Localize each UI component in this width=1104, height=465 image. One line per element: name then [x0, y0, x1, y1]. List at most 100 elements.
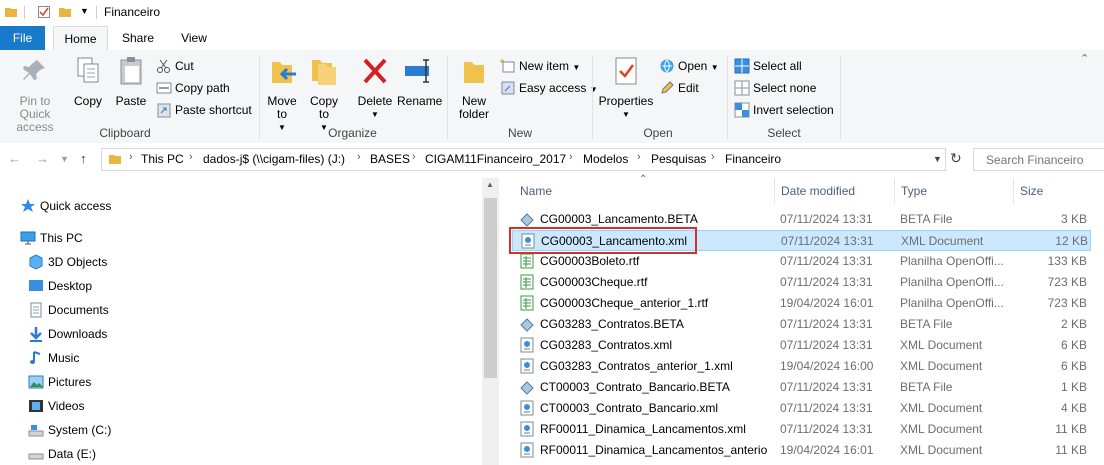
breadcrumb-pesquisas[interactable]: Pesquisas — [651, 152, 706, 166]
xml-file-icon — [520, 358, 534, 374]
file-date: 19/04/2024 16:00 — [780, 359, 874, 373]
file-name: CG03283_Contratos.xml — [540, 338, 673, 352]
scissors-icon — [156, 58, 172, 74]
column-header-name[interactable]: Name — [520, 184, 552, 198]
back-arrow-icon[interactable]: ← — [8, 151, 21, 166]
tab-file[interactable]: File — [0, 26, 45, 50]
pictures-icon — [28, 375, 44, 389]
beta-file-icon — [520, 213, 534, 227]
delete-button[interactable]: Delete ▼ — [356, 54, 394, 121]
nav-item-data-e[interactable]: Data (E:) — [28, 443, 96, 465]
file-row[interactable]: CT00003_Contrato_Bancario.BETA 07/11/2024… — [512, 377, 1091, 398]
nav-item-downloads[interactable]: Downloads — [28, 323, 107, 345]
paste-shortcut-button[interactable]: Paste shortcut — [156, 100, 252, 120]
xml-file-icon — [520, 400, 534, 416]
navigation-scrollbar[interactable]: ▲ — [482, 178, 499, 465]
nav-item-system-c[interactable]: System (C:) — [28, 419, 111, 441]
edit-pencil-icon — [659, 80, 675, 96]
file-row[interactable]: CG00003Boleto.rtf 07/11/2024 13:31 Planilh… — [512, 251, 1091, 272]
group-label-open: Open — [643, 126, 673, 140]
file-date: 07/11/2024 13:31 — [780, 212, 873, 226]
file-size: 1 KB — [1060, 380, 1087, 394]
file-row[interactable]: RF00011_Dinamica_Lancamentos_anterio... 1… — [512, 440, 1091, 461]
breadcrumb-separator-icon: › — [569, 151, 573, 163]
column-header-date[interactable]: Date modified — [781, 184, 855, 198]
breadcrumb-modelos[interactable]: Modelos — [583, 152, 628, 166]
spreadsheet-file-icon — [520, 274, 534, 290]
file-row[interactable]: RF00011_Dinamica_Lancamentos.xml 07/11/20… — [512, 419, 1091, 440]
easy-access-button[interactable]: Easy access ▼ — [500, 78, 598, 98]
search-input[interactable] — [984, 152, 1103, 168]
nav-item-desktop[interactable]: Desktop — [28, 275, 92, 297]
recent-locations-chevron-icon[interactable]: ▼ — [60, 154, 69, 164]
file-list: ⌃ Name Date modified Type Size CG00003_L… — [499, 174, 1104, 465]
rename-button[interactable]: Rename — [397, 54, 442, 108]
move-to-button[interactable]: Move to ▼ — [264, 54, 300, 134]
file-row[interactable]: CG03283_Contratos_anterior_1.xml 19/04/20… — [512, 356, 1091, 377]
copy-button[interactable]: Copy — [70, 54, 106, 108]
breadcrumb-bases[interactable]: BASES — [370, 152, 410, 166]
refresh-icon[interactable]: ↻ — [950, 150, 962, 167]
tab-share[interactable]: Share — [113, 26, 163, 50]
delete-x-icon — [363, 58, 387, 84]
nav-quick-access[interactable]: Quick access — [20, 195, 111, 217]
column-header-type[interactable]: Type — [901, 184, 927, 198]
cut-button[interactable]: Cut — [156, 56, 194, 76]
document-icon — [30, 302, 42, 318]
up-arrow-icon[interactable]: ↑ — [80, 151, 87, 166]
breadcrumb-drive[interactable]: dados-j$ (\\cigam-files) (J:) — [203, 152, 345, 166]
new-item-button[interactable]: New item ▼ — [500, 56, 580, 76]
breadcrumb-this-pc[interactable]: This PC — [141, 152, 184, 166]
chevron-down-icon: ▼ — [572, 63, 581, 72]
file-row[interactable]: CG03283_Contratos.xml 07/11/2024 13:31 XML… — [512, 335, 1091, 356]
select-none-button[interactable]: Select none — [734, 78, 816, 98]
edit-button[interactable]: Edit — [659, 78, 699, 98]
forward-arrow-icon[interactable]: → — [36, 151, 49, 166]
nav-item-music[interactable]: Music — [28, 347, 79, 369]
address-bar[interactable]: › This PC › dados-j$ (\\cigam-files) (J:… — [101, 148, 946, 171]
paste-button[interactable]: Paste — [112, 54, 150, 108]
tab-view[interactable]: View — [170, 26, 218, 50]
nav-item-documents[interactable]: Documents — [28, 299, 109, 321]
file-row[interactable]: CG03283_Contratos.BETA 07/11/2024 13:31 BE… — [512, 314, 1091, 335]
file-size: 6 KB — [1060, 338, 1087, 352]
chevron-down-icon: ▼ — [589, 85, 598, 94]
customize-quick-access-icon[interactable]: ▼ — [80, 6, 89, 16]
invert-selection-button[interactable]: Invert selection — [734, 100, 834, 120]
download-arrow-icon — [30, 327, 42, 342]
pin-to-quick-access-button[interactable]: Pin to Quick access — [2, 54, 68, 134]
nav-item-3d-objects[interactable]: 3D Objects — [28, 251, 107, 273]
nav-item-videos[interactable]: Videos — [28, 395, 84, 417]
breadcrumb-separator-icon: › — [189, 151, 193, 163]
new-folder-button[interactable]: New folder — [453, 54, 495, 121]
select-all-button[interactable]: Select all — [734, 56, 802, 76]
xml-file-icon — [520, 421, 534, 437]
properties-icon[interactable] — [37, 5, 51, 19]
breadcrumb-financeiro[interactable]: Financeiro — [725, 152, 781, 166]
breadcrumb-cigam[interactable]: CIGAM11Financeiro_2017 — [425, 152, 566, 166]
breadcrumb-separator-icon: › — [711, 151, 715, 163]
copy-path-button[interactable]: Copy path — [156, 78, 230, 98]
navigation-bar: ← → ▼ ↑ › This PC › dados-j$ (\\cigam-fi… — [0, 143, 1104, 175]
file-row[interactable]: CT00003_Contrato_Bancario.xml 07/11/2024 … — [512, 398, 1091, 419]
scrollbar-thumb[interactable] — [484, 198, 497, 378]
nav-this-pc[interactable]: This PC — [20, 227, 83, 249]
properties-button[interactable]: Properties ▼ — [598, 54, 654, 121]
address-dropdown-chevron-icon[interactable]: ▼ — [933, 154, 942, 164]
nav-item-pictures[interactable]: Pictures — [28, 371, 91, 393]
file-type: XML Document — [900, 338, 983, 352]
file-row[interactable]: CG00003Cheque_anterior_1.rtf 19/04/2024 1… — [512, 293, 1091, 314]
chevron-down-icon: ▼ — [371, 110, 379, 119]
scroll-up-arrow-icon[interactable]: ▲ — [486, 180, 494, 189]
open-button[interactable]: Open ▼ — [659, 56, 719, 76]
copy-to-button[interactable]: Copy to ▼ — [306, 54, 342, 134]
group-label-organize: Organize — [328, 126, 377, 140]
tab-home[interactable]: Home — [53, 26, 108, 52]
new-folder-icon[interactable] — [58, 5, 72, 19]
collapse-ribbon-icon[interactable]: ⌃ — [1080, 52, 1089, 65]
file-row[interactable]: CG00003Cheque.rtf 07/11/2024 13:31 Planilh… — [512, 272, 1091, 293]
beta-file-icon — [520, 381, 534, 395]
search-box[interactable] — [973, 148, 1104, 171]
column-header-size[interactable]: Size — [1020, 184, 1043, 198]
copy-icon — [77, 57, 99, 83]
